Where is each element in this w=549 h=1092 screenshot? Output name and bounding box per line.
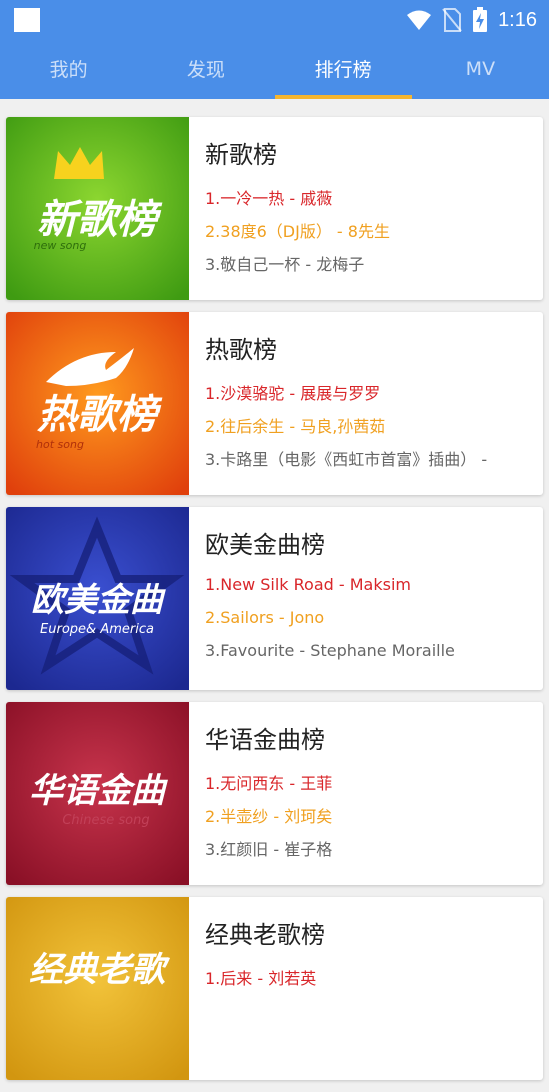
chart-title: 新歌榜 (205, 141, 277, 169)
track-rank-3: 3.敬自己一杯 - 龙梅子 (205, 255, 365, 274)
wifi-icon (407, 10, 432, 30)
track-rank-1: 1.New Silk Road - Maksim (205, 575, 411, 594)
track-rank-2: 2.Sailors - Jono (205, 608, 325, 627)
cover-en-text: Europe& America (40, 622, 154, 637)
chart-title: 热歌榜 (205, 336, 277, 364)
chart-card-classic-oldies[interactable]: 经典老歌 经典老歌榜 1.后来 - 刘若英 (6, 897, 543, 1080)
chart-title: 欧美金曲榜 (205, 531, 325, 559)
tab-label: MV (465, 57, 496, 80)
cover-en-text: hot song (36, 438, 84, 451)
tab-bar: 我的 发现 排行榜 MV (0, 40, 549, 99)
clock: 1:16 (498, 8, 537, 31)
cover-cn-text: 经典老歌 (29, 950, 171, 990)
chart-card-hot-songs[interactable]: 热歌榜 hot song 热歌榜 1.沙漠骆驼 - 展展与罗罗 2.往后余生 -… (6, 312, 543, 495)
tab-label: 排行榜 (314, 59, 372, 81)
cover-cn-text: 新歌榜 (37, 197, 163, 243)
track-rank-1: 1.一冷一热 - 戚薇 (205, 189, 333, 208)
track-rank-1: 1.后来 - 刘若英 (205, 969, 317, 988)
cover-cn-text: 欧美金曲 (31, 580, 166, 619)
status-bar: 1:16 (0, 0, 549, 40)
cover-cn-text: 热歌榜 (37, 392, 163, 438)
app-header: 1:16 我的 发现 排行榜 MV (0, 0, 549, 99)
tab-label: 我的 (49, 59, 88, 81)
tab-ranking[interactable]: 排行榜 (274, 40, 413, 99)
notification-icon (14, 8, 40, 32)
no-sim-icon (442, 8, 462, 32)
chart-title: 华语金曲榜 (205, 726, 325, 754)
tab-mv[interactable]: MV (412, 40, 549, 99)
track-rank-2: 2.半壶纱 - 刘珂矣 (205, 807, 333, 826)
status-icons: 1:16 (406, 6, 537, 34)
chart-cover-hot-songs: 热歌榜 hot song (6, 312, 189, 495)
track-rank-2: 2.38度6（DJ版） - 8先生 (205, 222, 390, 241)
track-rank-1: 1.沙漠骆驼 - 展展与罗罗 (205, 384, 381, 403)
track-rank-3: 3.卡路里（电影《西虹市首富》插曲） - (205, 450, 488, 469)
cover-en-text: Chinese song (62, 813, 149, 828)
chart-cover-classic-oldies: 经典老歌 (6, 897, 189, 1080)
chart-list: 新歌榜 new song 新歌榜 1.一冷一热 - 戚薇 2.38度6（DJ版）… (6, 117, 543, 1092)
track-rank-1: 1.无问西东 - 王菲 (205, 774, 333, 793)
chart-cover-chinese-hits: 华语金曲 Chinese song (6, 702, 189, 885)
chart-card-chinese-hits[interactable]: 华语金曲 Chinese song 华语金曲榜 1.无问西东 - 王菲 2.半壶… (6, 702, 543, 885)
chart-card-new-songs[interactable]: 新歌榜 new song 新歌榜 1.一冷一热 - 戚薇 2.38度6（DJ版）… (6, 117, 543, 300)
tab-discover[interactable]: 发现 (137, 40, 274, 99)
cover-cn-text: 华语金曲 (29, 771, 168, 811)
track-rank-3: 3.红颜旧 - 崔子格 (205, 840, 333, 859)
chart-cover-new-songs: 新歌榜 new song (6, 117, 189, 300)
cover-en-text: new song (34, 239, 87, 252)
chart-cover-western-hits: 欧美金曲 Europe& America (6, 507, 189, 690)
track-rank-2: 2.往后余生 - 马良,孙茜茹 (205, 417, 386, 436)
chart-title: 经典老歌榜 (205, 921, 325, 949)
tab-mine[interactable]: 我的 (0, 40, 137, 99)
tab-label: 发现 (186, 59, 225, 81)
battery-charging-icon (473, 7, 488, 32)
track-rank-3: 3.Favourite - Stephane Moraille (205, 641, 455, 660)
chart-card-western-hits[interactable]: 欧美金曲 Europe& America 欧美金曲榜 1.New Silk Ro… (6, 507, 543, 690)
